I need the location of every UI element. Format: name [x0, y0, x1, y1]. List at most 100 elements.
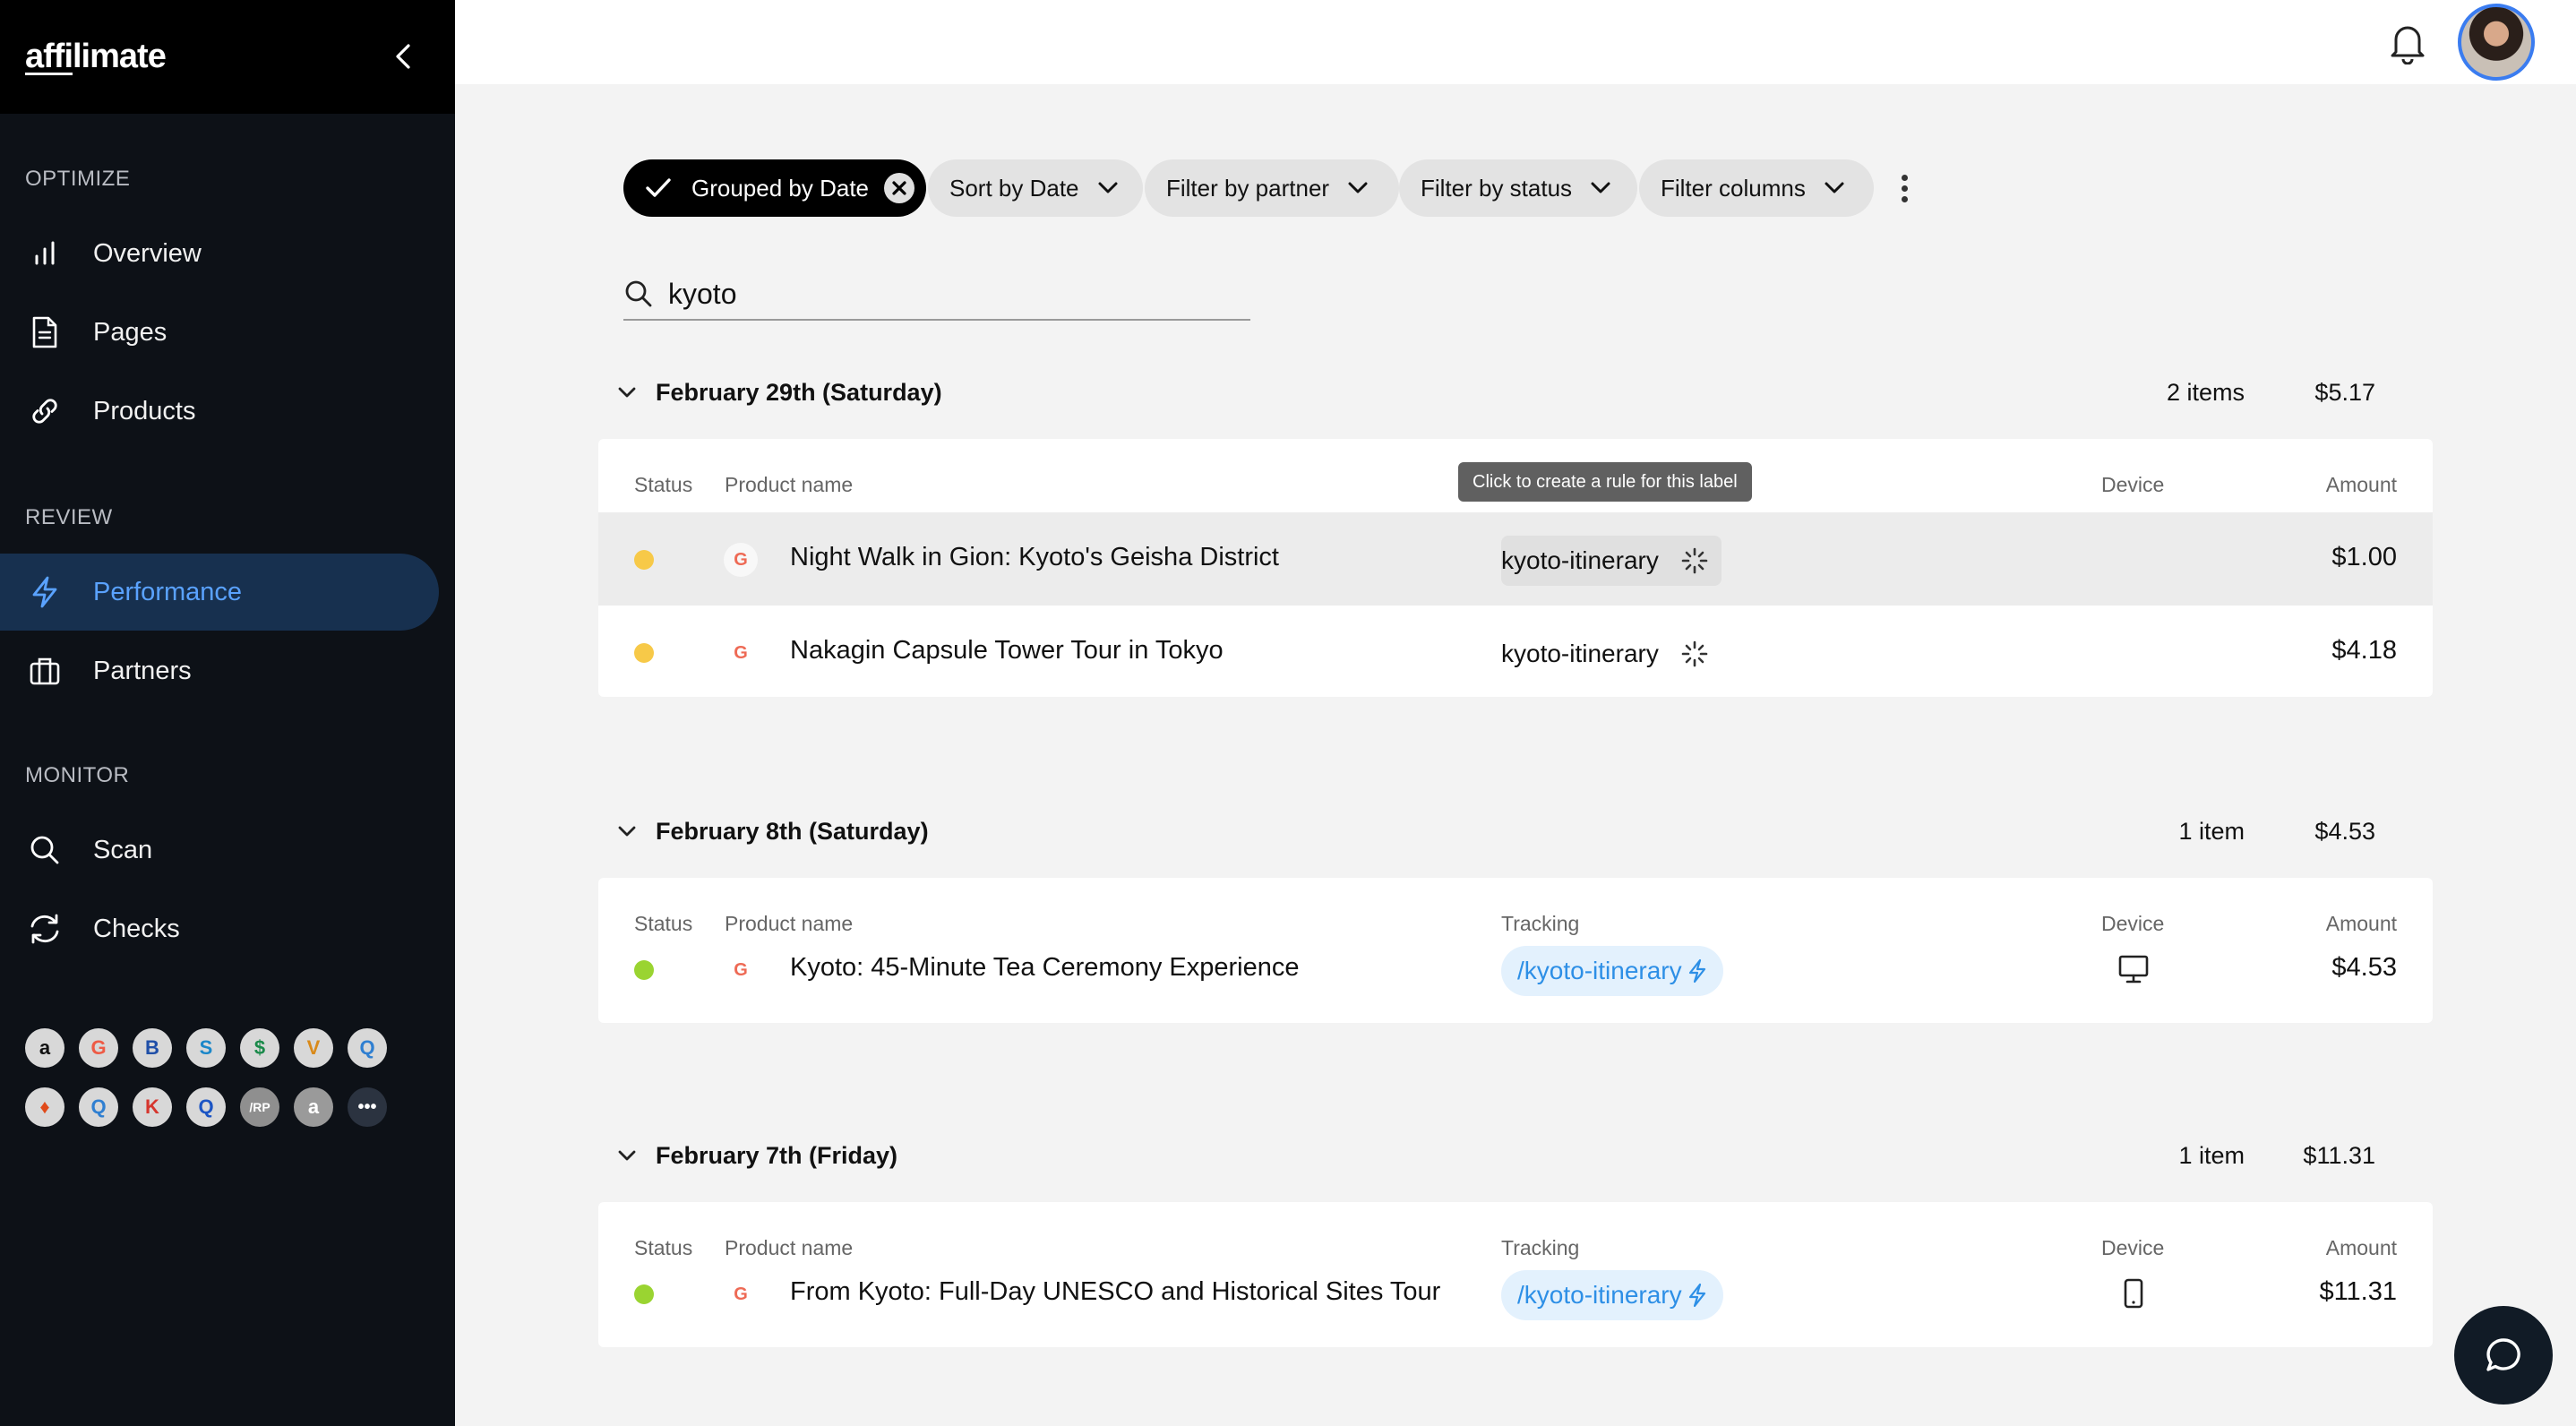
- chat-button[interactable]: [2454, 1306, 2553, 1405]
- group-title: February 7th (Friday): [656, 1141, 898, 1169]
- partner-logo-icon[interactable]: $: [240, 1028, 279, 1068]
- partner-logo-icon[interactable]: Q: [79, 1087, 118, 1127]
- check-icon: [645, 177, 672, 199]
- sidebar-item-checks[interactable]: Checks: [0, 890, 439, 967]
- tracking-label-text: kyoto-itinerary: [1501, 546, 1659, 574]
- column-header-device[interactable]: Device: [2101, 473, 2164, 497]
- tracking-label[interactable]: kyoto-itinerary: [1501, 629, 1718, 679]
- status-dot: [634, 960, 654, 980]
- partner-g-icon: G: [734, 642, 748, 663]
- status-dot: [634, 550, 654, 570]
- partner-logo-icon[interactable]: G: [79, 1028, 118, 1068]
- sidebar-item-label: Pages: [93, 317, 167, 347]
- chevron-down-icon[interactable]: [609, 1149, 645, 1162]
- product-name[interactable]: Nakagin Capsule Tower Tour in Tokyo: [790, 636, 1224, 666]
- search-icon: [27, 832, 63, 868]
- tracking-link-text: /kyoto-itinerary: [1517, 1281, 1682, 1309]
- bell-icon[interactable]: [2386, 20, 2429, 65]
- document-icon: [27, 314, 63, 350]
- tracking-link[interactable]: /kyoto-itinerary: [1501, 946, 1723, 996]
- lightning-icon: [27, 574, 63, 610]
- amount: $4.53: [2331, 953, 2397, 982]
- group-total: $4.53: [2314, 817, 2375, 845]
- partner-g-icon: G: [734, 959, 748, 980]
- sidebar-item-pages[interactable]: Pages: [0, 294, 439, 371]
- mobile-icon: [2117, 1277, 2150, 1310]
- sidebar-item-label: Checks: [93, 914, 180, 943]
- chevron-down-icon[interactable]: [609, 825, 645, 838]
- tracking-link-text: /kyoto-itinerary: [1517, 957, 1682, 984]
- clear-group-icon[interactable]: [883, 172, 915, 204]
- search-field: [623, 269, 1250, 321]
- search-input[interactable]: [668, 277, 1206, 311]
- group-table: Status Product name Tracking Device Amou…: [598, 878, 2433, 1023]
- tracking-link[interactable]: /kyoto-itinerary: [1501, 1270, 1723, 1320]
- product-name[interactable]: Kyoto: 45-Minute Tea Ceremony Experience: [790, 953, 1300, 983]
- chip-label: Filter by partner: [1166, 174, 1330, 202]
- sidebar-item-label: Products: [93, 396, 196, 425]
- table-row[interactable]: G From Kyoto: Full-Day UNESCO and Histor…: [598, 1247, 2433, 1340]
- amount: $4.18: [2331, 636, 2397, 665]
- table-row[interactable]: G Nakagin Capsule Tower Tour in Tokyo ky…: [598, 606, 2433, 699]
- group-total: $11.31: [2303, 1141, 2375, 1169]
- collapse-sidebar-icon[interactable]: [387, 39, 421, 73]
- group-total: $5.17: [2314, 378, 2375, 406]
- sparkle-icon: [1680, 640, 1709, 668]
- chip-label: Filter by status: [1421, 174, 1573, 202]
- sidebar-item-scan[interactable]: Scan: [0, 812, 439, 889]
- more-options-icon[interactable]: [1888, 170, 1920, 206]
- briefcase-icon: [27, 653, 63, 689]
- sidebar-item-products[interactable]: Products: [0, 373, 439, 450]
- brand-bar: affilimate: [0, 0, 455, 114]
- amount: $1.00: [2331, 543, 2397, 571]
- group-count: 1 item: [2178, 1141, 2245, 1169]
- sidebar-item-partners[interactable]: Partners: [0, 632, 439, 709]
- group-header[interactable]: February 29th (Saturday) 2 items $5.17: [609, 365, 2391, 419]
- tracking-label[interactable]: kyoto-itinerary: [1501, 536, 1722, 586]
- more-partners-button[interactable]: •••: [348, 1087, 387, 1127]
- filter-by-partner-dropdown[interactable]: Filter by partner: [1145, 159, 1399, 217]
- table-row[interactable]: G Night Walk in Gion: Kyoto's Geisha Dis…: [598, 512, 2433, 606]
- sort-by-date-dropdown[interactable]: Sort by Date: [928, 159, 1143, 217]
- desktop-icon: [2117, 953, 2150, 985]
- partner-logo-icon[interactable]: ♦: [25, 1087, 64, 1127]
- grouped-by-date-chip[interactable]: Grouped by Date: [623, 159, 926, 217]
- section-label-optimize: OPTIMIZE: [25, 167, 131, 191]
- partner-logo-icon[interactable]: a: [294, 1087, 333, 1127]
- avatar[interactable]: [2458, 4, 2535, 81]
- filter-columns-dropdown[interactable]: Filter columns: [1639, 159, 1874, 217]
- group-header[interactable]: February 7th (Friday) 1 item $11.31: [609, 1129, 2391, 1182]
- partner-logo-icon[interactable]: Q: [348, 1028, 387, 1068]
- column-header-amount[interactable]: Amount: [2326, 473, 2397, 497]
- partner-g-icon: G: [734, 1284, 748, 1304]
- group-count: 2 items: [2166, 378, 2245, 406]
- status-dot: [634, 643, 654, 663]
- tracking-label-text: kyoto-itinerary: [1501, 640, 1659, 667]
- sparkle-icon: [1680, 546, 1709, 575]
- logo[interactable]: affilimate: [25, 38, 167, 76]
- partner-logo-icon[interactable]: S: [186, 1028, 226, 1068]
- chevron-down-icon: [1590, 181, 1611, 195]
- lightning-icon: [1687, 958, 1707, 984]
- partner-logo-icon[interactable]: a: [25, 1028, 64, 1068]
- status-dot: [634, 1284, 654, 1304]
- product-name[interactable]: From Kyoto: Full-Day UNESCO and Historic…: [790, 1277, 1440, 1307]
- partner-logo-icon[interactable]: B: [133, 1028, 172, 1068]
- chevron-down-icon[interactable]: [609, 386, 645, 399]
- group-header[interactable]: February 8th (Saturday) 1 item $4.53: [609, 804, 2391, 858]
- amount: $11.31: [2319, 1277, 2397, 1306]
- chip-label: Sort by Date: [949, 174, 1079, 202]
- filter-by-status-dropdown[interactable]: Filter by status: [1399, 159, 1637, 217]
- partner-logo-icon[interactable]: V: [294, 1028, 333, 1068]
- link-icon: [27, 393, 63, 429]
- table-row[interactable]: G Kyoto: 45-Minute Tea Ceremony Experien…: [598, 923, 2433, 1016]
- partner-logo-icon[interactable]: K: [133, 1087, 172, 1127]
- sidebar-item-performance[interactable]: Performance: [0, 554, 439, 631]
- product-name[interactable]: Night Walk in Gion: Kyoto's Geisha Distr…: [790, 543, 1279, 572]
- sidebar-item-overview[interactable]: Overview: [0, 215, 439, 292]
- partner-logo-icon[interactable]: /RP: [240, 1087, 279, 1127]
- partner-logo-icon[interactable]: Q: [186, 1087, 226, 1127]
- column-header-status[interactable]: Status: [634, 473, 692, 497]
- group-count: 1 item: [2178, 817, 2245, 845]
- column-header-product[interactable]: Product name: [725, 473, 853, 497]
